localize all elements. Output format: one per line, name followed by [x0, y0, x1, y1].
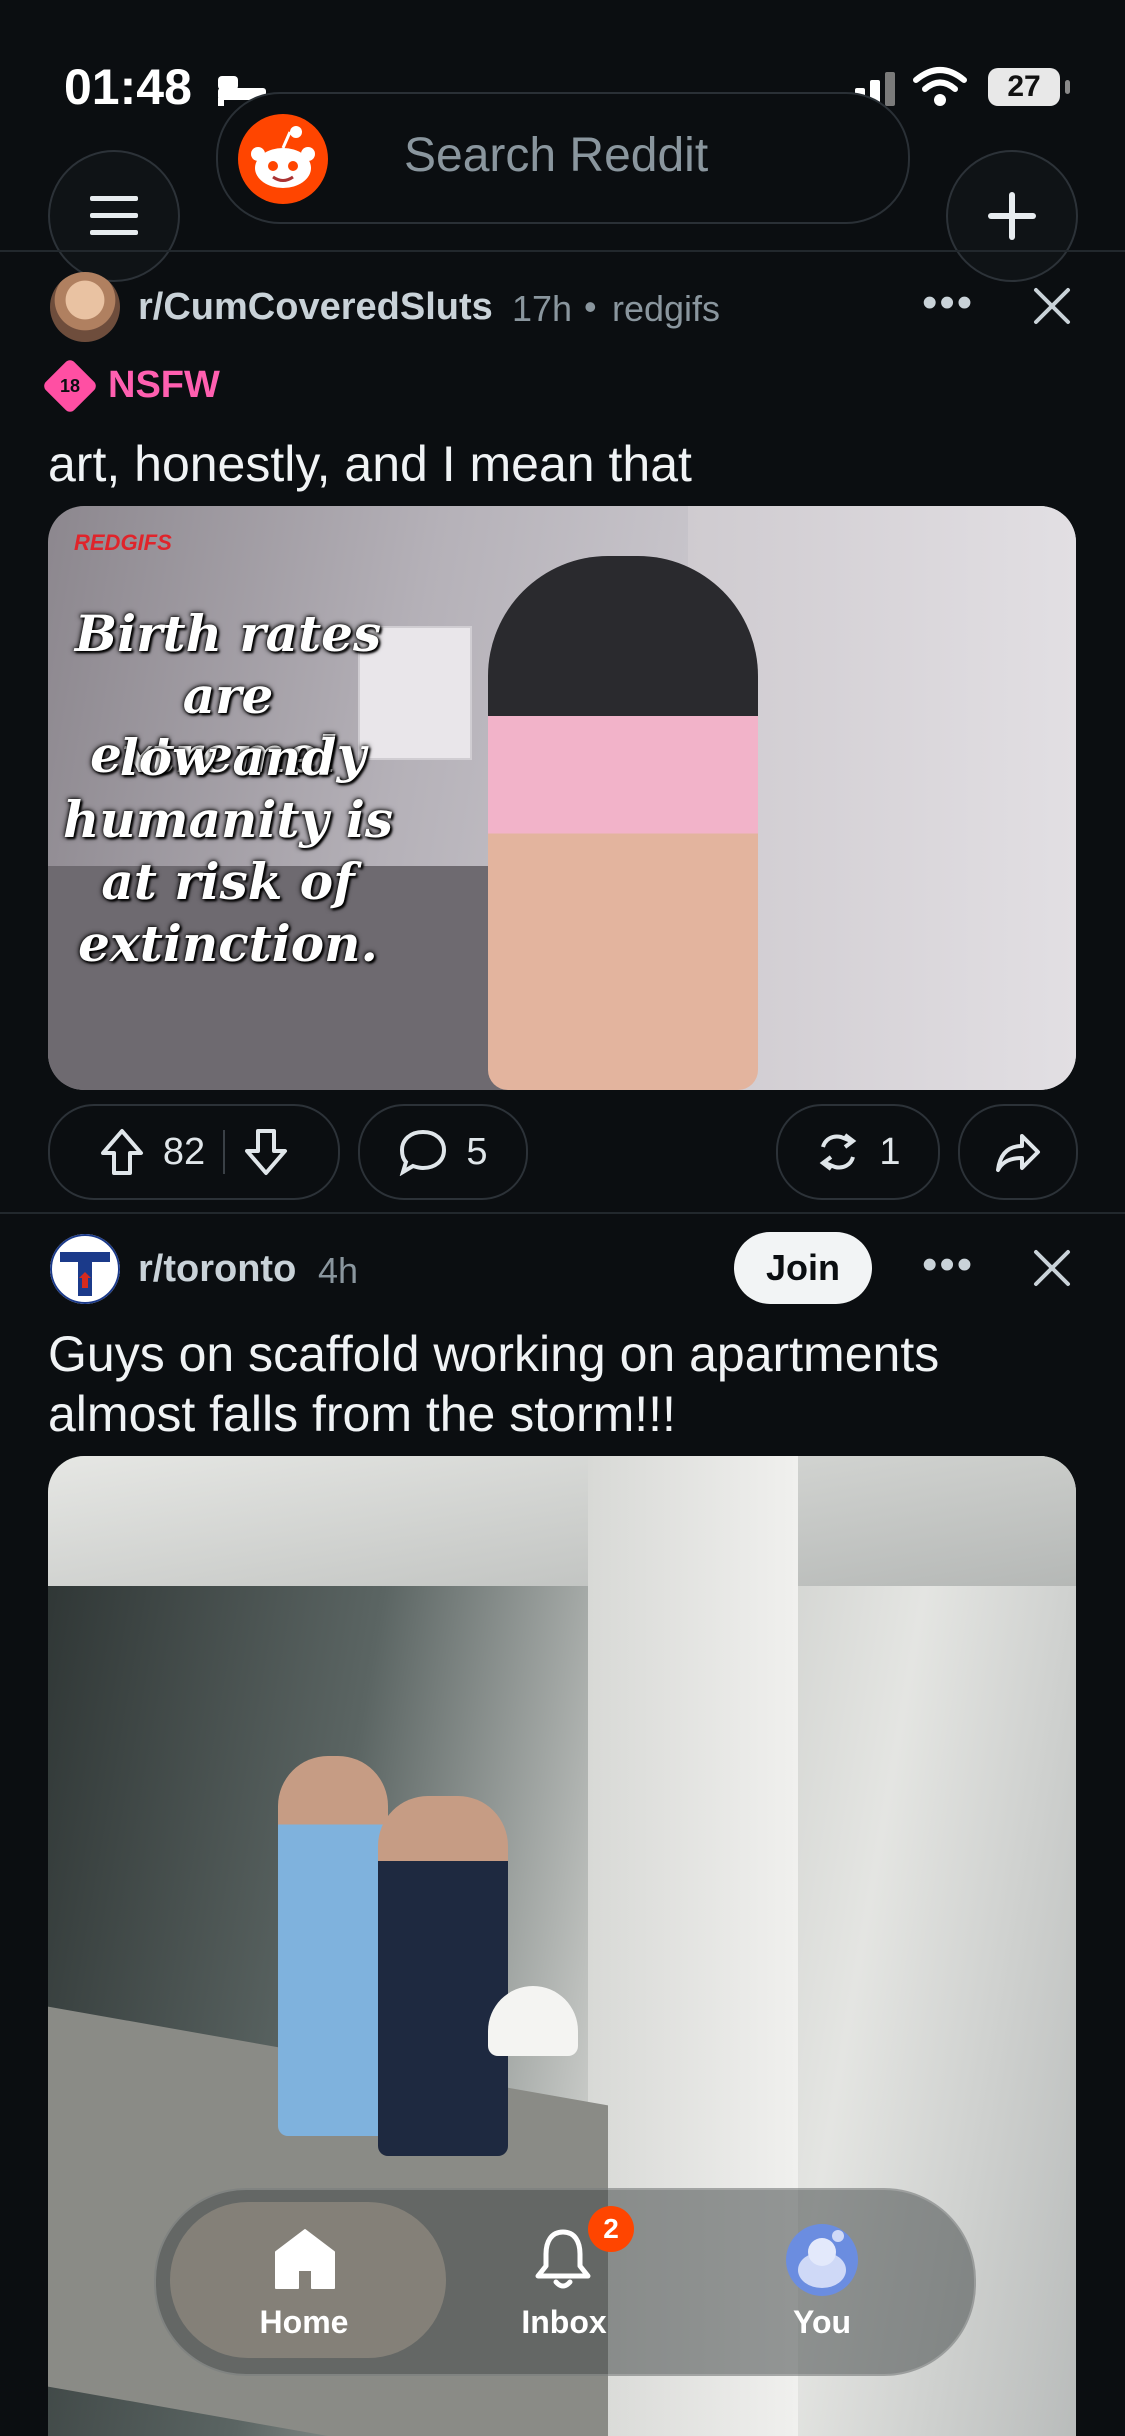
media-watermark: REDGIFS	[74, 530, 172, 555]
worker-figure	[378, 1796, 508, 2156]
wifi-icon	[913, 67, 967, 106]
nav-you-label[interactable]: You	[722, 2304, 922, 2341]
caption-line: humanity is	[62, 790, 394, 849]
meta-separator-dot: •	[584, 286, 597, 327]
bell-icon[interactable]	[530, 2226, 596, 2292]
share-icon	[996, 1134, 1040, 1172]
hide-post-icon[interactable]	[1032, 1248, 1072, 1288]
post-title[interactable]: art, honestly, and I mean that	[48, 434, 692, 494]
share-button[interactable]	[958, 1104, 1078, 1200]
vote-divider	[223, 1130, 226, 1174]
caption-line: extinction.	[78, 914, 378, 973]
upvote-icon[interactable]	[99, 1127, 145, 1177]
crosspost-button[interactable]: 1	[776, 1104, 940, 1200]
user-avatar-icon[interactable]	[786, 2224, 858, 2296]
more-options-button[interactable]: •••	[922, 278, 974, 328]
caption-line: at risk of	[101, 852, 355, 911]
more-options-button[interactable]: •••	[922, 1240, 974, 1290]
post-subreddit-name[interactable]: r/toronto	[138, 1248, 296, 1291]
post-age: 17h	[512, 288, 573, 329]
nsfw-tag: NSFW	[108, 364, 220, 406]
plus-icon	[988, 192, 1036, 240]
battery-indicator: 27	[988, 68, 1070, 106]
post-subreddit-name[interactable]: r/CumCoveredSluts	[138, 286, 493, 329]
people-figure	[488, 556, 758, 1090]
caption-line: Birth rates	[74, 604, 382, 663]
reddit-logo-icon[interactable]	[238, 114, 328, 204]
worker-figure	[278, 1756, 388, 2136]
post-age: 4h	[318, 1250, 359, 1291]
home-icon[interactable]	[272, 2226, 338, 2292]
crosspost-icon	[820, 1133, 857, 1171]
hide-post-icon[interactable]	[1032, 286, 1072, 326]
nav-home-label[interactable]: Home	[204, 2304, 404, 2341]
nsfw-age-label: 18	[59, 375, 81, 396]
post-divider	[0, 1212, 1125, 1214]
upvote-count: 82	[162, 1130, 206, 1173]
comment-icon	[400, 1129, 447, 1176]
subreddit-avatar[interactable]	[50, 1234, 120, 1304]
vote-control: 82	[48, 1104, 340, 1200]
comments-button[interactable]: 5	[358, 1104, 528, 1200]
downvote-icon[interactable]	[243, 1127, 289, 1177]
search-placeholder[interactable]: Search Reddit	[404, 128, 708, 183]
inbox-badge: 2	[588, 2206, 634, 2252]
overhang-shape	[48, 1456, 1076, 1586]
nav-inbox-label[interactable]: Inbox	[464, 2304, 664, 2341]
comment-count: 5	[466, 1130, 488, 1173]
status-time: 01:48	[64, 59, 192, 115]
header-divider	[0, 250, 1125, 252]
caption-line: low and	[119, 728, 337, 787]
subreddit-avatar[interactable]	[50, 272, 120, 342]
post-source[interactable]: redgifs	[612, 288, 720, 330]
join-button[interactable]: Join	[734, 1232, 872, 1304]
hamburger-icon	[90, 196, 138, 235]
menu-button[interactable]	[48, 150, 180, 282]
create-post-button[interactable]	[946, 150, 1078, 282]
post-media[interactable]: REDGIFS Birth rates are extremely low an…	[48, 506, 1076, 1090]
post-title-line[interactable]: almost falls from the storm!!!	[48, 1384, 676, 1444]
post-title-line[interactable]: Guys on scaffold working on apartments	[48, 1324, 939, 1384]
crosspost-count: 1	[879, 1130, 901, 1173]
